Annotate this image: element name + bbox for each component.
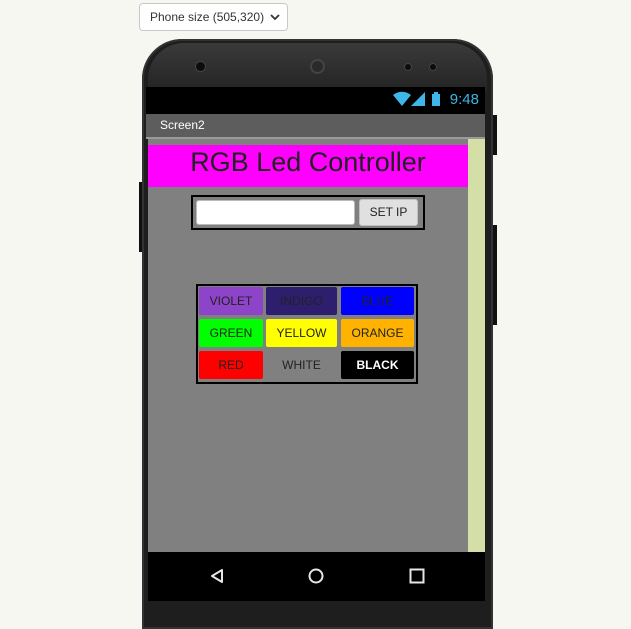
green-button[interactable]: GREEN <box>199 319 263 347</box>
app-banner-title: RGB Led Controller <box>148 145 468 187</box>
black-button[interactable]: BLACK <box>341 351 414 379</box>
screen-scroll-strip <box>468 139 485 552</box>
ip-row: SET IP <box>191 195 425 230</box>
recents-icon[interactable] <box>409 568 425 584</box>
yellow-button[interactable]: YELLOW <box>266 319 337 347</box>
signal-icon <box>411 92 425 106</box>
nav-bar <box>148 552 485 601</box>
ip-input[interactable] <box>196 200 355 225</box>
screen-title: Screen2 <box>160 118 205 132</box>
wifi-icon <box>393 91 411 106</box>
earpiece-speaker-icon <box>310 59 325 74</box>
phone-side-button <box>493 225 497 325</box>
app-screen: RGB Led Controller SET IP VIOLET INDIGO BL… <box>148 139 468 552</box>
color-button-grid: VIOLET INDIGO BLUE GREEN YELLOW ORANGE RED WHIT… <box>196 284 418 384</box>
orange-button[interactable]: ORANGE <box>341 319 414 347</box>
sensor-icon <box>430 64 436 70</box>
set-ip-button[interactable]: SET IP <box>359 199 418 226</box>
status-time: 9:48 <box>449 91 479 108</box>
home-icon[interactable] <box>308 568 324 584</box>
status-bar: 9:48 <box>146 87 485 114</box>
front-camera-icon <box>196 62 205 71</box>
screen-title-bar: Screen2 <box>146 114 485 139</box>
white-button[interactable]: WHITE <box>266 351 337 379</box>
blue-button[interactable]: BLUE <box>341 287 414 315</box>
red-button[interactable]: RED <box>199 351 263 379</box>
phone-power-button <box>493 115 497 155</box>
sensor-icon <box>405 64 411 70</box>
screen-size-select[interactable]: Phone size (505,320) <box>139 3 288 31</box>
back-icon[interactable] <box>209 568 225 584</box>
screen-size-select-value: Phone size (505,320) <box>150 10 265 24</box>
battery-icon <box>432 92 440 106</box>
indigo-button[interactable]: INDIGO <box>266 287 337 315</box>
chevron-down-icon <box>270 14 280 21</box>
violet-button[interactable]: VIOLET <box>199 287 263 315</box>
